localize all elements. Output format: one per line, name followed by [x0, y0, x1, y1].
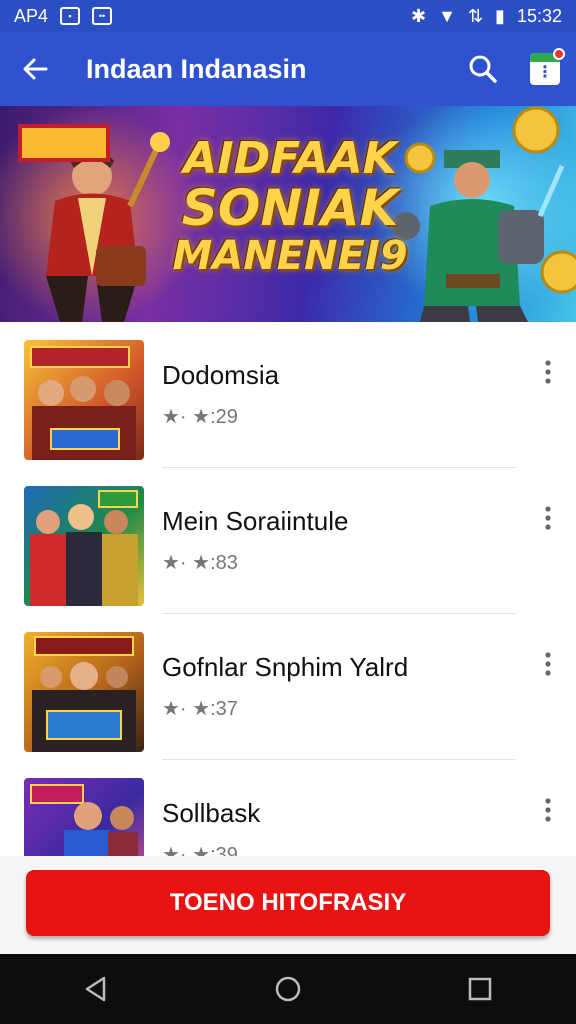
game-title: Gofnlar Snphim Yalrd: [162, 652, 409, 682]
game-thumbnail: [24, 778, 144, 856]
status-left-text: AP4: [14, 5, 49, 26]
game-title: Mein Soraiintule: [162, 506, 349, 536]
cta-container: TOENO HITOFRASIY: [0, 856, 576, 954]
game-rating: ★· ★:39: [162, 844, 238, 856]
search-button[interactable]: [452, 32, 514, 106]
list-item[interactable]: Sollbask ★· ★:39: [0, 760, 576, 856]
nav-home-button[interactable]: [258, 959, 318, 1019]
nav-recents-button[interactable]: [450, 959, 510, 1019]
search-icon: [469, 55, 497, 83]
calendar-icon: ⋮: [530, 48, 565, 85]
more-vertical-icon: [545, 506, 551, 530]
more-options-button[interactable]: [534, 358, 562, 386]
game-rating: ★· ★:37: [162, 698, 238, 720]
nav-back-button[interactable]: [66, 959, 126, 1019]
list-item[interactable]: Dodomsia ★· ★:29: [0, 322, 576, 468]
calendar-button[interactable]: ⋮: [514, 32, 576, 106]
status-bar: AP4 ▪ •• ✱ ▼ ⇅ ▮ 15:32: [0, 0, 576, 32]
game-thumbnail: [24, 486, 144, 606]
game-rating: ★· ★:83: [162, 552, 238, 574]
battery-icon: ▮: [495, 5, 505, 26]
game-list: Dodomsia ★· ★:29 Mein Soraiintule ★· ★:8…: [0, 322, 576, 856]
game-title: Dodomsia: [162, 360, 280, 390]
back-arrow-icon: [23, 58, 48, 80]
banner-title: AIDFAAK SONIAK MANENEI9: [160, 133, 420, 279]
more-options-button[interactable]: [534, 796, 562, 824]
banner-line-1: AIDFAAK: [183, 133, 397, 184]
banner-line-2: SONIAK: [181, 179, 399, 238]
more-vertical-icon: [545, 360, 551, 384]
system-nav-bar: [0, 954, 576, 1024]
promo-banner[interactable]: AIDFAAK SONIAK MANENEI9: [0, 106, 576, 322]
cta-button[interactable]: TOENO HITOFRASIY: [26, 870, 550, 936]
page-title: Indaan Indanasin: [86, 53, 307, 84]
game-rating: ★· ★:29: [162, 406, 238, 428]
app-bar: Indaan Indanasin ⋮: [0, 32, 576, 106]
circle-home-icon: [275, 976, 301, 1002]
notification-icon: ▪: [60, 7, 81, 25]
back-button[interactable]: [0, 32, 70, 106]
triangle-back-icon: [85, 976, 106, 1002]
game-thumbnail: [24, 632, 144, 752]
list-item[interactable]: Gofnlar Snphim Yalrd ★· ★:37: [0, 614, 576, 760]
list-item[interactable]: Mein Soraiintule ★· ★:83: [0, 468, 576, 614]
game-thumbnail: [24, 340, 144, 460]
data-icon: ⇅: [467, 5, 484, 26]
more-options-button[interactable]: [534, 504, 562, 532]
more-vertical-icon: [545, 652, 551, 676]
more-vertical-icon: [545, 798, 551, 822]
more-options-button[interactable]: [534, 650, 562, 678]
notification-dot: [553, 48, 565, 60]
banner-line-3: MANENEI9: [172, 232, 408, 279]
message-icon: ••: [92, 7, 113, 25]
bluetooth-icon: ✱: [411, 5, 427, 26]
wifi-icon: ▼: [438, 5, 456, 26]
square-recents-icon: [468, 977, 492, 1001]
status-time: 15:32: [516, 5, 562, 26]
game-title: Sollbask: [162, 798, 261, 828]
